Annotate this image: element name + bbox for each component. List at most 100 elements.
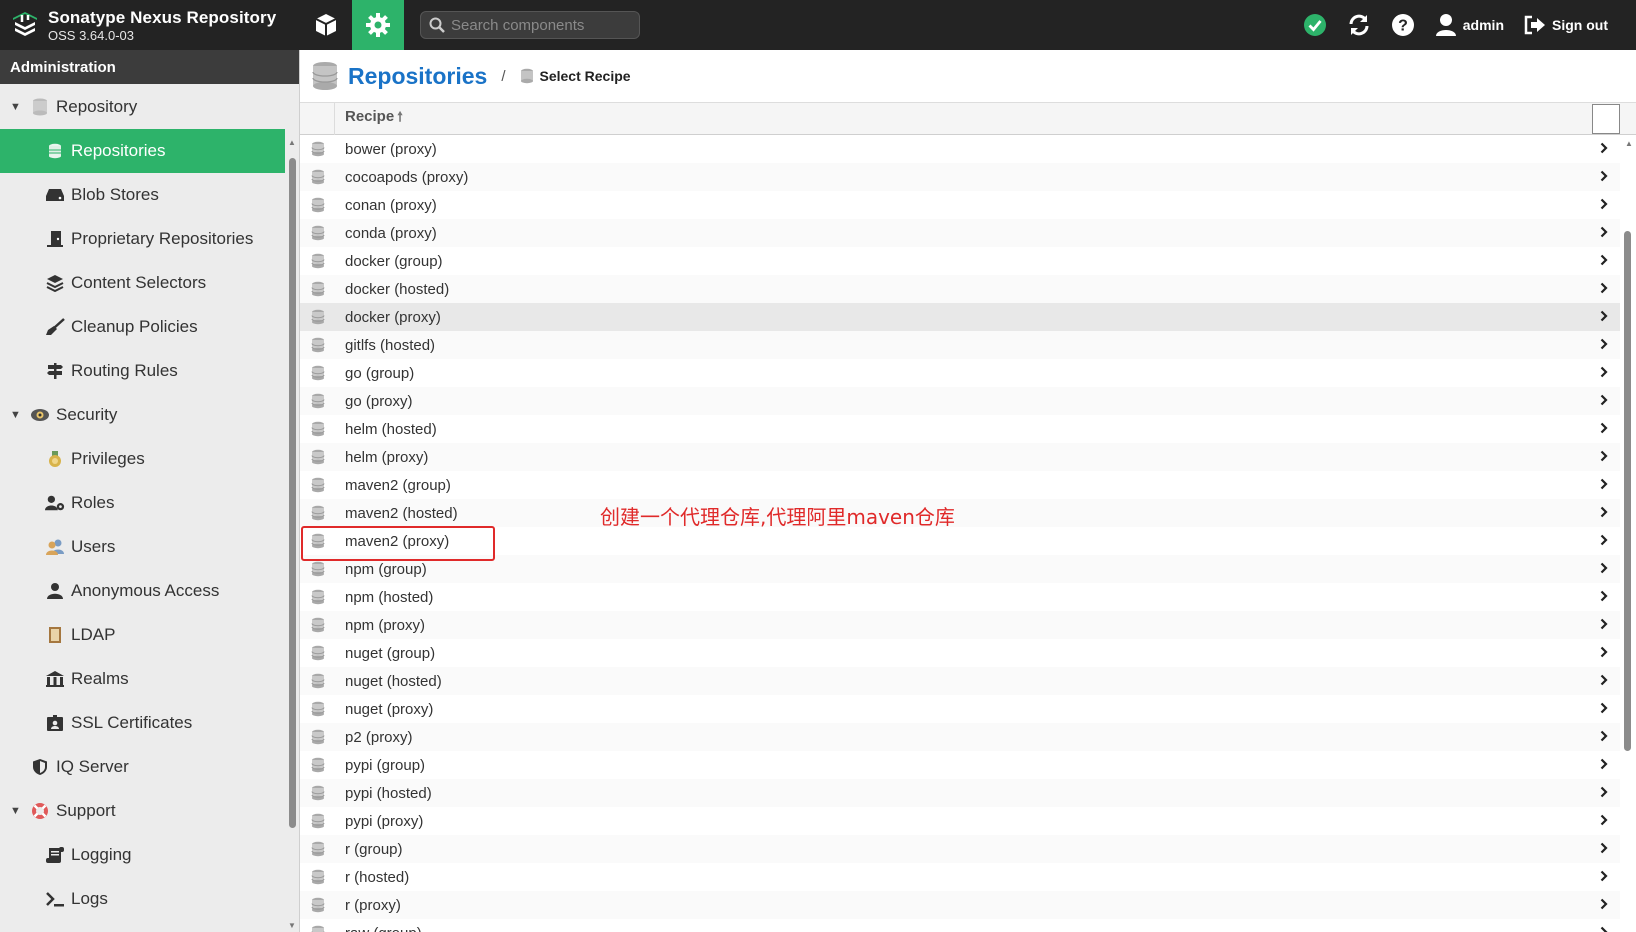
admin-mode-button[interactable] [352,0,404,50]
chevron-right-icon[interactable] [1600,561,1608,578]
table-row[interactable]: nuget (proxy) [300,695,1620,723]
nav-item-blob-stores[interactable]: Blob Stores [0,173,285,217]
help-button[interactable]: ? [1381,0,1425,50]
grid-scroll-thumb[interactable] [1624,231,1631,751]
brand[interactable]: Sonatype Nexus Repository OSS 3.64.0-03 [0,0,300,50]
chevron-right-icon[interactable] [1600,673,1608,690]
table-row[interactable]: docker (group) [300,247,1620,275]
table-row[interactable]: docker (hosted) [300,275,1620,303]
table-row[interactable]: pypi (proxy) [300,807,1620,835]
nav-group-support[interactable]: ▼ Support [0,789,285,833]
nav-item-cleanup-policies[interactable]: Cleanup Policies [0,305,285,349]
sidebar-scrollbar[interactable]: ▲ ▼ [287,138,297,932]
chevron-right-icon[interactable] [1600,505,1608,522]
chevron-right-icon[interactable] [1600,281,1608,298]
scroll-up-icon[interactable]: ▲ [1625,139,1633,148]
table-row[interactable]: conan (proxy) [300,191,1620,219]
table-row[interactable]: npm (group) [300,555,1620,583]
chevron-right-icon[interactable] [1600,449,1608,466]
breadcrumb-repositories-link[interactable]: Repositories [348,63,487,90]
nav-item-proprietary-repositories[interactable]: Proprietary Repositories [0,217,285,261]
nav-item-ldap[interactable]: LDAP [0,613,285,657]
table-row[interactable]: npm (hosted) [300,583,1620,611]
chevron-right-icon[interactable] [1600,253,1608,270]
chevron-right-icon[interactable] [1600,365,1608,382]
table-row[interactable]: pypi (group) [300,751,1620,779]
system-status-button[interactable] [1293,0,1337,50]
search-input[interactable] [451,16,631,34]
table-row[interactable]: cocoapods (proxy) [300,163,1620,191]
chevron-right-icon[interactable] [1600,617,1608,634]
chevron-right-icon[interactable] [1600,337,1608,354]
table-row[interactable]: r (hosted) [300,863,1620,891]
table-row[interactable]: maven2 (hosted) [300,499,1620,527]
table-row[interactable]: r (group) [300,835,1620,863]
caret-down-icon[interactable]: ▼ [10,101,22,113]
chevron-right-icon[interactable] [1600,309,1608,326]
nav-item-logs[interactable]: Logs [0,877,285,921]
chevron-right-icon[interactable] [1600,701,1608,718]
chevron-right-icon[interactable] [1600,757,1608,774]
table-row[interactable]: raw (group) [300,919,1620,932]
table-row[interactable]: nuget (group) [300,639,1620,667]
nav-group-repository[interactable]: ▼ Repository [0,85,285,129]
nav-item-repositories[interactable]: Repositories [0,129,285,173]
table-row[interactable]: go (proxy) [300,387,1620,415]
search-box[interactable] [420,11,640,39]
nav-item-routing-rules[interactable]: Routing Rules [0,349,285,393]
table-row[interactable]: go (group) [300,359,1620,387]
recipe-column-header[interactable]: Recipe 🠕 [335,108,403,130]
chevron-right-icon[interactable] [1600,813,1608,830]
chevron-right-icon[interactable] [1600,421,1608,438]
caret-down-icon[interactable]: ▼ [10,409,22,421]
nav-item-iq-server[interactable]: ▼ IQ Server [0,745,285,789]
table-row[interactable]: r (proxy) [300,891,1620,919]
grid-scrollbar[interactable]: ▲ [1620,135,1636,932]
user-account-button[interactable]: admin [1425,0,1514,50]
nav-item-roles[interactable]: Roles [0,481,285,525]
chevron-right-icon[interactable] [1600,169,1608,186]
chevron-right-icon[interactable] [1600,925,1608,932]
chevron-right-icon[interactable] [1600,897,1608,914]
nav-item-content-selectors[interactable]: Content Selectors [0,261,285,305]
chevron-right-icon[interactable] [1600,197,1608,214]
nav-item-logging[interactable]: Logging [0,833,285,877]
sidebar-scroll-thumb[interactable] [289,158,296,828]
scroll-up-icon[interactable]: ▲ [288,138,296,147]
sign-out-button[interactable]: Sign out [1514,0,1618,50]
table-row[interactable]: pypi (hosted) [300,779,1620,807]
table-row[interactable]: p2 (proxy) [300,723,1620,751]
chevron-right-icon[interactable] [1600,729,1608,746]
chevron-right-icon[interactable] [1600,589,1608,606]
refresh-button[interactable] [1337,0,1381,50]
table-row[interactable]: nuget (hosted) [300,667,1620,695]
chevron-right-icon[interactable] [1600,869,1608,886]
table-row[interactable]: gitlfs (hosted) [300,331,1620,359]
nav-group-security[interactable]: ▼ Security [0,393,285,437]
chevron-right-icon[interactable] [1600,477,1608,494]
nav-item-ssl-certificates[interactable]: SSL Certificates [0,701,285,745]
scroll-down-icon[interactable]: ▼ [288,921,296,930]
caret-down-icon[interactable]: ▼ [10,805,22,817]
chevron-right-icon[interactable] [1600,841,1608,858]
chevron-right-icon[interactable] [1600,533,1608,550]
nav-item-privileges[interactable]: Privileges [0,437,285,481]
table-row[interactable]: conda (proxy) [300,219,1620,247]
chevron-right-icon[interactable] [1600,645,1608,662]
chevron-right-icon[interactable] [1600,393,1608,410]
table-row[interactable]: helm (proxy) [300,443,1620,471]
chevron-right-icon[interactable] [1600,785,1608,802]
nav-item-realms[interactable]: Realms [0,657,285,701]
nav-item-users[interactable]: Users [0,525,285,569]
table-row[interactable]: maven2 (group) [300,471,1620,499]
chevron-right-icon[interactable] [1600,141,1608,158]
column-menu-button[interactable] [1592,104,1620,134]
chevron-right-icon[interactable] [1600,225,1608,242]
table-row[interactable]: helm (hosted) [300,415,1620,443]
browse-mode-button[interactable] [300,0,352,50]
table-row[interactable]: npm (proxy) [300,611,1620,639]
table-row[interactable]: maven2 (proxy) [300,527,1620,555]
nav-item-anonymous-access[interactable]: Anonymous Access [0,569,285,613]
table-row[interactable]: bower (proxy) [300,135,1620,163]
table-row[interactable]: docker (proxy) [300,303,1620,331]
